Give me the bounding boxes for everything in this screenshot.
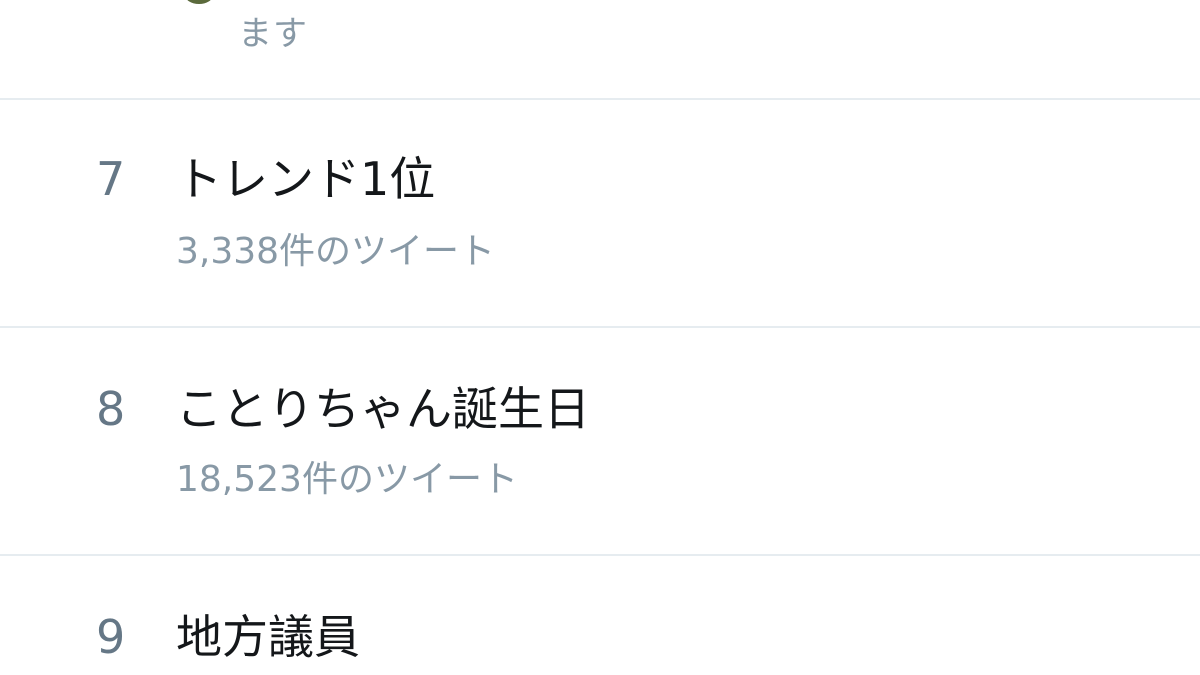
trend-item-8[interactable]: 8 ことりちゃん誕生日 18,523件のツイート xyxy=(0,328,1200,554)
trend-tweet-count: 18,523件のツイート xyxy=(176,459,518,500)
trend-item-7[interactable]: 7 トレンド1位 3,338件のツイート xyxy=(0,100,1200,326)
trend-topic: 地方議員 xyxy=(176,610,360,664)
avatar xyxy=(185,0,213,4)
trend-rank: 7 xyxy=(96,152,126,206)
trend-topic: トレンド1位 xyxy=(176,152,436,206)
trend-item-9[interactable]: 9 地方議員 xyxy=(0,556,1200,675)
trend-rank: 9 xyxy=(96,610,126,664)
trend-topic: ことりちゃん誕生日 xyxy=(176,382,590,436)
trend-context-text: ます xyxy=(238,14,308,54)
trend-tweet-count: 3,338件のツイート xyxy=(176,231,496,272)
trends-list: ます 7 トレンド1位 3,338件のツイート 8 ことりちゃん誕生日 18,5… xyxy=(0,0,1200,675)
trend-rank: 8 xyxy=(96,382,126,436)
